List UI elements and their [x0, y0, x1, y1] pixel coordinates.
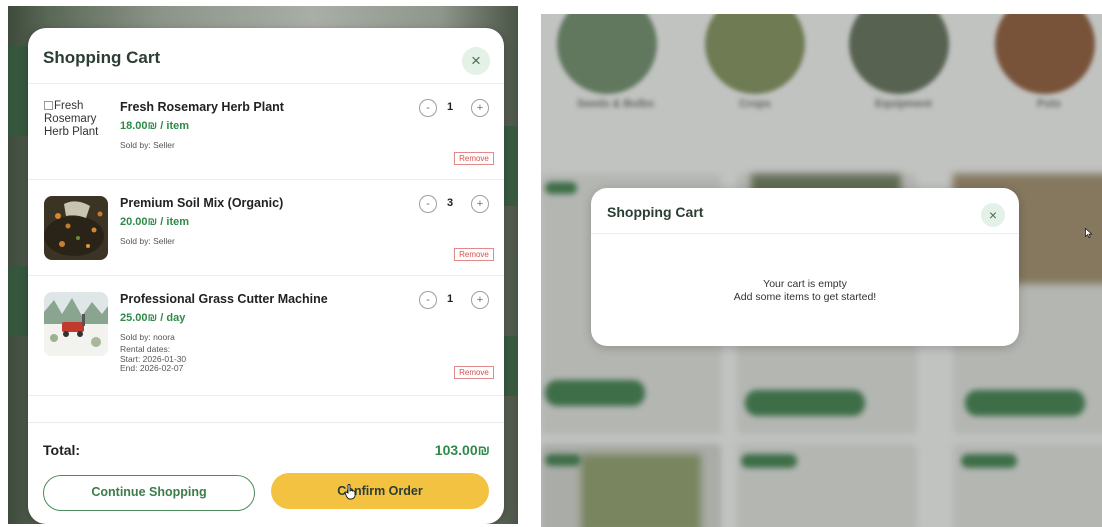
close-icon[interactable]: × [981, 203, 1005, 227]
modal-title: Shopping Cart [607, 204, 704, 220]
item-name: Professional Grass Cutter Machine [120, 292, 328, 306]
confirm-order-button[interactable]: Confirm Order [271, 473, 489, 509]
arrow-cursor-icon [1085, 228, 1093, 238]
cart-item: Professional Grass Cutter Machine 25.00₪… [28, 276, 504, 396]
rental-end: End: 2026-02-07 [120, 363, 184, 373]
modal-title: Shopping Cart [43, 48, 161, 67]
item-price: 25.00₪ / day [120, 312, 186, 324]
modal-header: Shopping Cart × [591, 188, 1019, 234]
product-image-grass-cutter [44, 292, 108, 356]
item-name: Fresh Rosemary Herb Plant [120, 100, 284, 114]
empty-cart-message: Your cart is empty [763, 278, 847, 290]
item-seller: Sold by: Seller [120, 236, 175, 246]
cart-footer: Total: 103.00₪ Continue Shopping Confirm… [28, 422, 504, 524]
empty-cart-modal: Shopping Cart × Your cart is empty Add s… [591, 188, 1019, 346]
minus-icon[interactable]: - [419, 195, 437, 213]
item-seller: Sold by: Seller [120, 140, 175, 150]
modal-header: Shopping Cart × [28, 28, 504, 84]
item-price: 20.00₪ / item [120, 216, 190, 228]
total-value: 103.00₪ [434, 442, 490, 458]
left-screenshot-panel: Shopping Cart × Fresh Rosemary Herb Plan… [8, 6, 518, 524]
quantity-value: 3 [447, 197, 454, 209]
quantity-value: 1 [447, 293, 454, 305]
total-label: Total: [43, 442, 81, 458]
product-image-soil [44, 196, 108, 260]
hand-cursor-icon [344, 484, 356, 500]
minus-icon[interactable]: - [419, 291, 437, 309]
plus-icon[interactable]: + [471, 291, 489, 309]
item-name: Premium Soil Mix (Organic) [120, 196, 284, 210]
close-icon[interactable]: × [462, 47, 490, 75]
cart-item: Fresh Rosemary Herb Plant Fresh Rosemary… [28, 84, 504, 180]
background-strip [8, 46, 28, 136]
remove-button[interactable]: Remove [454, 152, 494, 165]
background-strip [8, 266, 28, 336]
item-seller: Sold by: noora [120, 332, 175, 342]
minus-icon[interactable]: - [419, 99, 437, 117]
broken-image-placeholder: Fresh Rosemary Herb Plant [44, 100, 108, 164]
rental-dates: Rental dates: Start: 2026-01-30 End: 202… [120, 344, 186, 374]
remove-button[interactable]: Remove [454, 248, 494, 261]
broken-image-icon [44, 101, 53, 110]
empty-cart-hint: Add some items to get started! [733, 291, 877, 303]
continue-shopping-button[interactable]: Continue Shopping [43, 475, 255, 511]
plus-icon[interactable]: + [471, 195, 489, 213]
remove-button[interactable]: Remove [454, 366, 494, 379]
shopping-cart-modal: Shopping Cart × Fresh Rosemary Herb Plan… [28, 28, 504, 524]
right-screenshot-panel: Seeds & Bulbs Crops Equipment Pots Shopp… [541, 14, 1102, 527]
quantity-value: 1 [447, 101, 454, 113]
item-price: 18.00₪ / item [120, 120, 190, 132]
cart-item: Premium Soil Mix (Organic) 20.00₪ / item… [28, 180, 504, 276]
plus-icon[interactable]: + [471, 99, 489, 117]
